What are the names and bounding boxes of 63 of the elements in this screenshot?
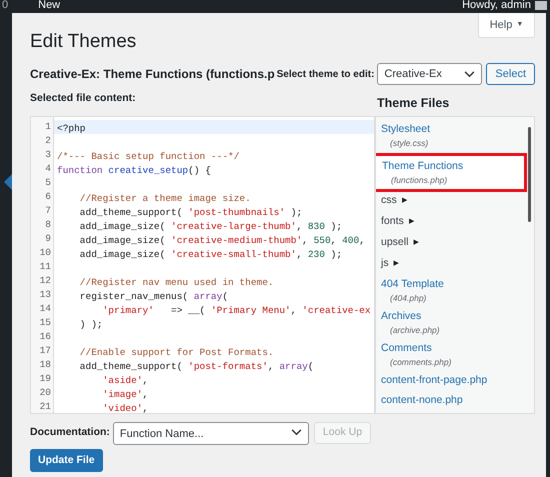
line-number: 9 (45, 232, 51, 246)
new-link[interactable]: New (38, 0, 60, 10)
editor-label: Selected file content: (30, 91, 136, 106)
line-number: 14 (40, 302, 51, 316)
code-line: add_image_size( 'creative-medium-thumb', 550, 400, (78, 234, 365, 246)
file-item[interactable]: content-none.php (376, 390, 522, 410)
file-item[interactable]: 404 Template (404.php) (376, 274, 522, 306)
code-editor[interactable] (30, 116, 375, 414)
update-file-button[interactable]: Update File (30, 449, 103, 472)
code-line: //Enable support for Post Formats. (78, 346, 274, 358)
greeting-text[interactable]: Howdy, admin (462, 0, 531, 10)
scrollbar-thumb[interactable] (528, 126, 531, 222)
line-number: 1 (45, 120, 51, 134)
code-line: 'aside', (102, 374, 148, 386)
file-item[interactable]: content-front-page.php (376, 370, 522, 390)
line-number: 11 (40, 260, 51, 274)
line-number: 6 (45, 190, 51, 204)
code-line: ) ); (78, 318, 103, 330)
line-number: 5 (45, 176, 51, 190)
code-line: 'video', (102, 402, 148, 413)
line-number: 18 (40, 358, 51, 372)
code-line: add_theme_support( 'post-formats', array( (78, 360, 314, 372)
page-title: Edit Themes (30, 30, 136, 54)
documentation-label: Documentation: (30, 425, 110, 440)
theme-select[interactable]: Creative-Ex (377, 63, 482, 85)
file-item[interactable]: Stylesheet (style.css) (376, 120, 522, 151)
file-item[interactable]: Archives (archive.php) (376, 306, 522, 338)
avatar-icon[interactable] (535, 1, 547, 10)
theme-files-title: Theme Files (377, 95, 450, 112)
chevron-down-icon (464, 70, 476, 78)
line-number: 15 (40, 316, 51, 330)
select-button[interactable]: Select (486, 63, 535, 85)
code-line: //Register nav menu used in theme. (78, 276, 274, 288)
code-line: add_image_size( 'creative-large-thumb', 830 ); (78, 220, 342, 232)
line-number: 3 (45, 148, 51, 162)
line-number: 4 (45, 162, 51, 176)
code-line: register_nav_menus( array( (78, 290, 228, 302)
line-number: 16 (40, 330, 51, 344)
line-number: 8 (45, 218, 51, 232)
code-line: //Register a theme image size. (78, 192, 251, 204)
file-item[interactable]: Comments (comments.php) (376, 338, 522, 370)
code-line: /*--- Basic setup function ---*/ (57, 150, 240, 162)
comments-count[interactable]: 0 (2, 0, 8, 10)
line-number: 7 (45, 204, 51, 218)
code-line: function creative_setup() { (57, 164, 211, 176)
line-number: 19 (40, 372, 51, 386)
line-number: 13 (40, 288, 51, 302)
code-line: 'primary' => __( 'Primary Menu', 'creative-ex (102, 304, 371, 316)
function-name-select[interactable]: Function Name... (112, 422, 309, 446)
code-line: add_theme_support( 'post-thumbnails' ); (78, 206, 302, 218)
file-heading: Creative-Ex: Theme Functions (functions.p (30, 66, 275, 83)
code-line: 'image', (102, 388, 148, 400)
line-number: 17 (40, 344, 51, 358)
code-line: add_image_size( 'creative-small-thumb', 230 ); (78, 248, 342, 260)
chevron-down-icon (290, 428, 302, 436)
line-number: 12 (40, 274, 51, 288)
line-number: 20 (40, 386, 51, 400)
line-number: 21 (40, 400, 51, 413)
line-number: 2 (45, 134, 51, 148)
theme-select-label: Select theme to edit: (276, 68, 374, 82)
code-line: <?php (57, 122, 86, 134)
file-item[interactable]: Theme Functions (functions.php) (376, 154, 525, 190)
line-number: 10 (40, 246, 51, 260)
